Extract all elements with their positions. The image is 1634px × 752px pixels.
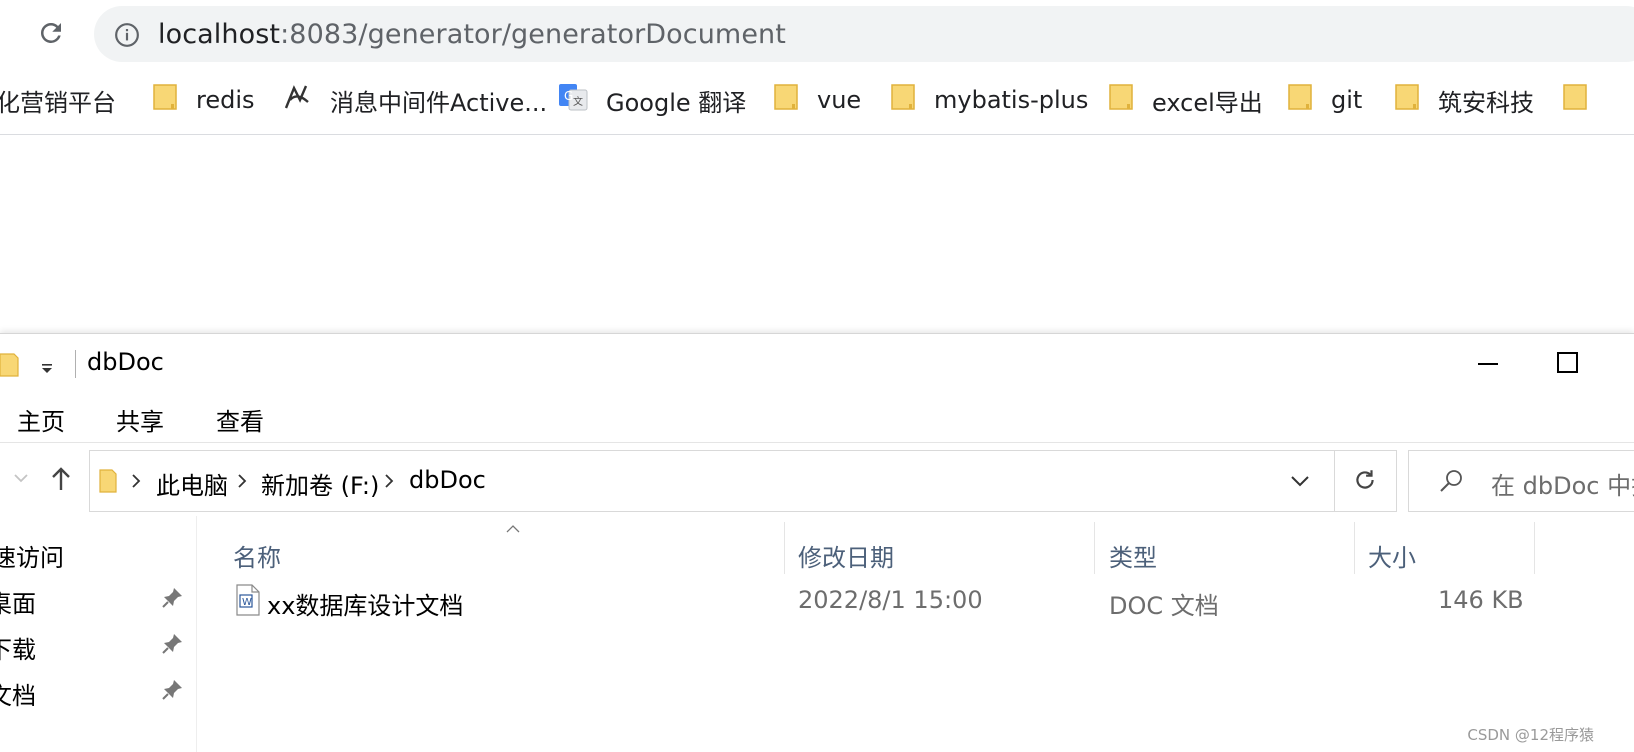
title-bar[interactable]: dbDoc (0, 334, 1634, 390)
sidebar-item-desktop[interactable]: 桌面 (0, 584, 36, 619)
chevron-right-icon[interactable] (130, 473, 142, 493)
url-host: localhost (158, 19, 281, 50)
svg-text:G: G (564, 89, 573, 103)
breadcrumb-drive[interactable]: 新加卷 (F:) (261, 466, 379, 501)
recent-locations-icon[interactable] (12, 470, 30, 489)
chevron-right-icon[interactable] (236, 473, 248, 493)
folder-icon (152, 82, 178, 118)
search-input[interactable]: 在 dbDoc 中搜 (1408, 450, 1634, 512)
folder-icon (0, 352, 22, 382)
bookmark-item[interactable]: 化营销平台 (0, 72, 116, 128)
search-placeholder: 在 dbDoc 中搜 (1491, 472, 1634, 500)
bookmark-label: excel导出 (1152, 88, 1263, 117)
svg-text:W: W (242, 597, 252, 608)
bookmark-label: vue (817, 86, 862, 114)
column-header-name[interactable]: 名称 (233, 538, 281, 573)
sidebar-item-quick-access[interactable]: 速访问 (0, 538, 64, 573)
bookmark-label: 消息中间件Active... (330, 88, 548, 117)
divider (0, 442, 1634, 443)
file-explorer-window: dbDoc 主页 共享 查看 此电脑 新加卷 (F:) dbDoc 在 dbDo… (0, 333, 1634, 752)
chevron-right-icon[interactable] (383, 473, 395, 493)
column-header-type[interactable]: 类型 (1109, 538, 1157, 573)
folder-icon (98, 468, 120, 498)
folder-icon (1394, 82, 1420, 118)
ribbon-tabs: 主页 共享 查看 (0, 394, 1634, 438)
column-divider[interactable] (784, 522, 785, 574)
sidebar-item-documents[interactable]: 文档 (0, 676, 36, 711)
column-divider[interactable] (1094, 522, 1095, 574)
folder-icon (1108, 82, 1134, 118)
folder-icon (1287, 82, 1313, 118)
divider (75, 350, 76, 378)
folder-icon (773, 82, 799, 118)
reload-icon[interactable] (34, 16, 68, 50)
tab-home[interactable]: 主页 (17, 402, 65, 437)
column-divider[interactable] (1534, 522, 1535, 574)
file-name[interactable]: xx数据库设计文档 (267, 586, 463, 621)
breadcrumb-dbdoc[interactable]: dbDoc (409, 466, 486, 494)
column-divider[interactable] (1354, 522, 1355, 574)
breadcrumb-this-pc[interactable]: 此电脑 (156, 466, 228, 501)
bookmark-label: 化营销平台 (0, 88, 116, 117)
bookmark-folder-excel[interactable]: excel导出 (1108, 72, 1263, 128)
word-document-icon: W (235, 584, 261, 620)
bookmark-label: redis (196, 86, 255, 114)
bookmark-folder-vue[interactable]: vue (773, 72, 861, 128)
activemq-icon (282, 82, 312, 118)
bookmark-folder-overflow[interactable] (1562, 72, 1606, 128)
svg-text:文: 文 (573, 95, 583, 108)
navigation-bar: 此电脑 新加卷 (F:) dbDoc 在 dbDoc 中搜 (0, 448, 1634, 512)
bookmark-label: git (1331, 86, 1363, 114)
file-type: DOC 文档 (1109, 592, 1219, 620)
quick-access-dropdown-icon[interactable] (40, 360, 54, 379)
address-breadcrumb-bar[interactable]: 此电脑 新加卷 (F:) dbDoc (89, 450, 1397, 512)
column-header-modified[interactable]: 修改日期 (798, 538, 894, 573)
sidebar-item-downloads[interactable]: 下载 (0, 630, 36, 665)
column-header-size[interactable]: 大小 (1368, 538, 1416, 573)
up-arrow-icon[interactable] (50, 466, 72, 496)
sort-ascending-icon (506, 518, 520, 537)
bookmark-label: 筑安科技 (1438, 88, 1534, 117)
address-bar[interactable]: localhost:8083/generator/generatorDocume… (94, 6, 1634, 62)
bookmark-label: mybatis-plus (934, 86, 1089, 114)
file-row[interactable]: W xx数据库设计文档 2022/8/1 15:00 DOC 文档 146 KB (197, 578, 1634, 624)
minimize-icon[interactable] (1466, 342, 1514, 386)
divider (1334, 451, 1335, 511)
tab-share[interactable]: 共享 (116, 402, 164, 437)
url-path: :8083/generator/generatorDocument (280, 19, 786, 50)
bookmark-label: Google 翻译 (606, 88, 747, 117)
bookmark-google-translate[interactable]: G文 Google 翻译 (558, 72, 746, 128)
bookmark-folder-mybatis-plus[interactable]: mybatis-plus (890, 72, 1088, 128)
url-text[interactable]: localhost:8083/generator/generatorDocume… (158, 19, 786, 50)
window-title: dbDoc (87, 348, 164, 376)
page-content (0, 135, 1634, 332)
browser-toolbar: localhost:8083/generator/generatorDocume… (0, 0, 1634, 68)
site-info-icon[interactable] (114, 22, 139, 47)
maximize-icon[interactable] (1552, 342, 1600, 386)
pin-icon[interactable] (162, 632, 184, 660)
pin-icon[interactable] (162, 586, 184, 614)
file-modified: 2022/8/1 15:00 (798, 586, 983, 614)
file-list: 名称 修改日期 类型 大小 W xx数据库设计文档 2022/8/1 15:00… (197, 516, 1634, 752)
bookmark-folder-git[interactable]: git (1287, 72, 1362, 128)
chevron-down-icon[interactable] (1290, 473, 1310, 492)
bookmark-folder-redis[interactable]: redis (152, 72, 255, 128)
search-icon (1437, 467, 1465, 499)
tab-view[interactable]: 查看 (216, 402, 264, 437)
folder-icon (1562, 82, 1588, 118)
bookmark-activemq[interactable]: 消息中间件Active... (282, 72, 547, 128)
pin-icon[interactable] (162, 678, 184, 706)
bookmark-folder-zhuan[interactable]: 筑安科技 (1394, 72, 1534, 128)
watermark: CSDN @12程序猿 (1467, 726, 1594, 744)
refresh-icon[interactable] (1352, 467, 1378, 497)
google-translate-icon: G文 (558, 82, 588, 118)
bookmarks-bar: 化营销平台 redis 消息中间件Active... G文 Google 翻译 … (0, 72, 1634, 128)
folder-icon (890, 82, 916, 118)
navigation-pane: 速访问 桌面 下载 文档 (0, 516, 197, 752)
file-size: 146 KB (1438, 586, 1524, 614)
